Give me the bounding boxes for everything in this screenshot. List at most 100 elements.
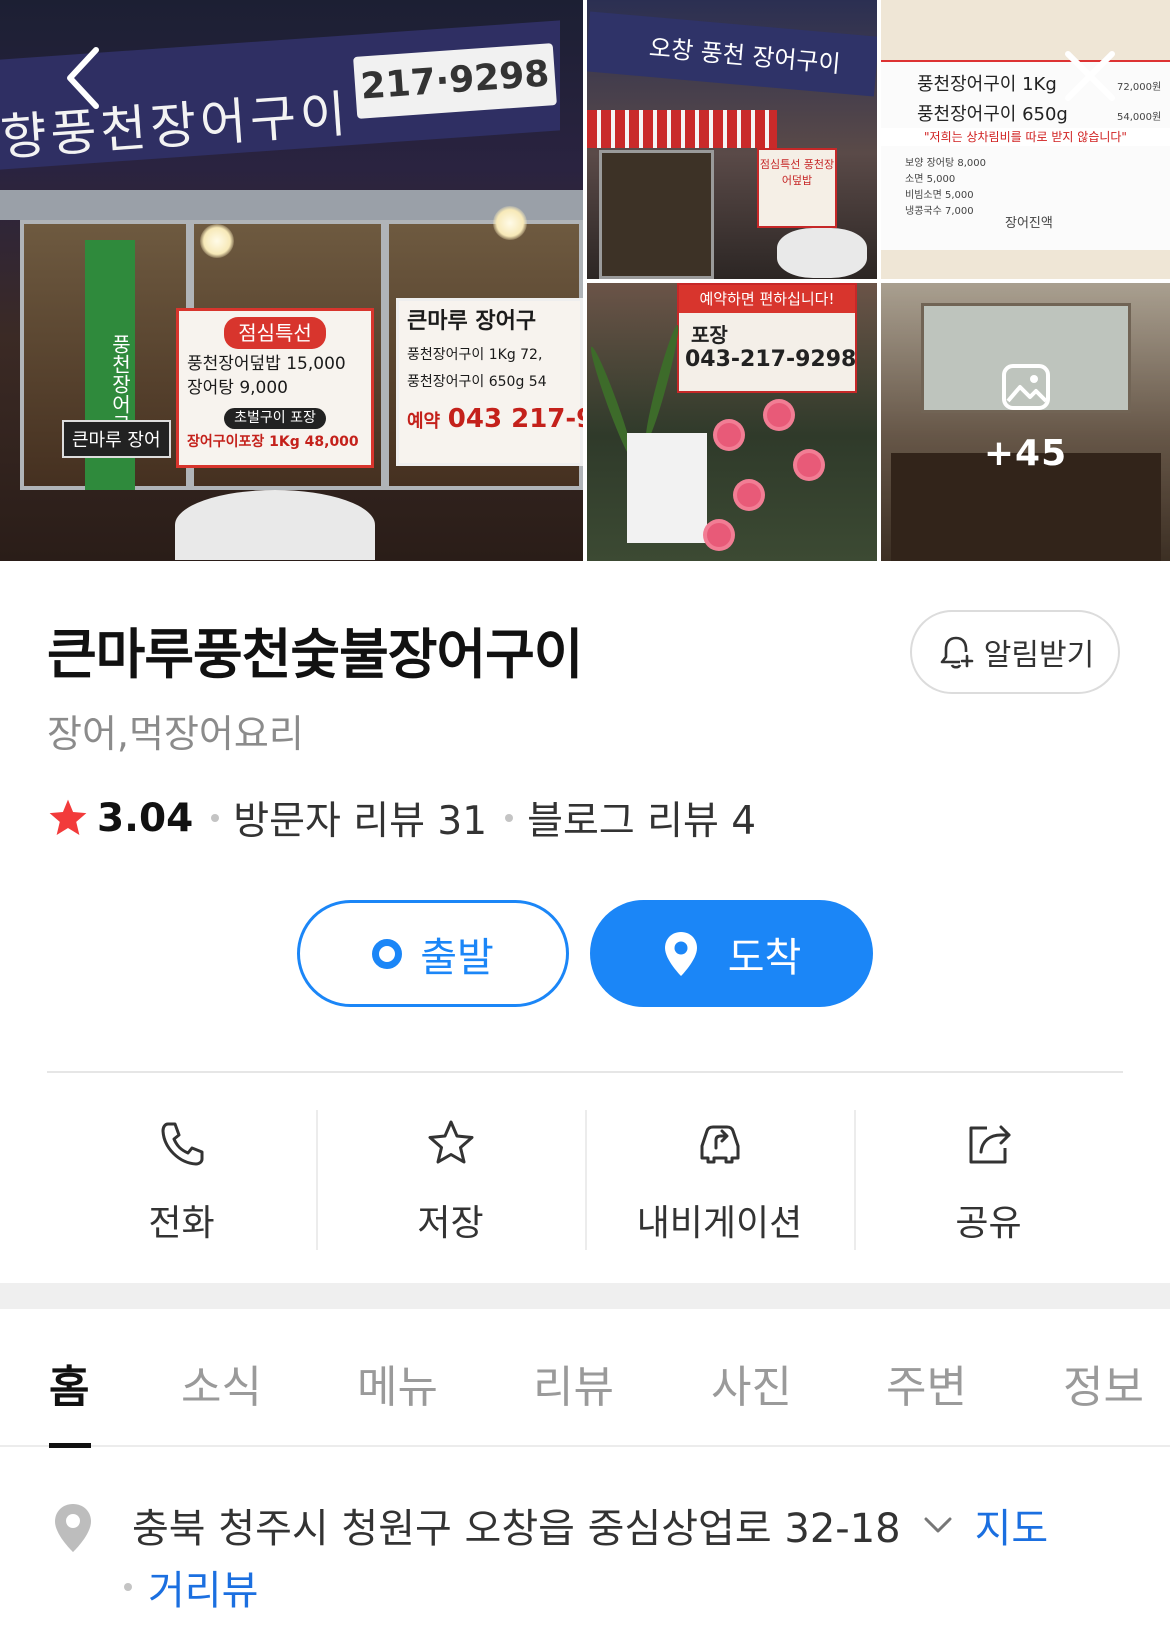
eel-illustration (777, 228, 867, 278)
share-label: 공유 (955, 1203, 1022, 1244)
separator-dot (505, 814, 514, 822)
flower (707, 523, 731, 547)
address-line: 충북 청주시 청원구 오창읍 중심상업로 32-18 지도 (132, 1496, 1048, 1554)
phone-icon (161, 1122, 203, 1166)
active-tab-indicator (49, 1443, 91, 1448)
gallery-photo[interactable]: 예약하면 편하십니다! 포장 043-217-9298 (587, 283, 877, 561)
poster-tag: 초벌구이 포장 (224, 407, 326, 430)
star-outline-icon (428, 1120, 473, 1164)
menu-board: 풍천장어구이 1Kg 72,000원 풍천장어구이 650g 54,000원 "… (881, 60, 1170, 250)
navigation-button[interactable]: 내비게이션 (585, 1110, 854, 1250)
menu-item: 소면 5,000 (905, 174, 956, 185)
place-tabs: 홈 소식 메뉴 리뷰 사진 주변 정보 (0, 1309, 1170, 1448)
tab-menu[interactable]: 메뉴 (357, 1351, 438, 1415)
menu-item: 장어진액 (1005, 216, 1053, 231)
route-arrive-label: 도착 (727, 934, 802, 981)
visitor-review-link[interactable]: 방문자 리뷰 31 (233, 790, 487, 846)
map-link[interactable]: 지도 (975, 1496, 1049, 1554)
tab-news[interactable]: 소식 (181, 1351, 262, 1415)
separator-dot (124, 1583, 132, 1591)
car-navigation-icon (700, 1125, 739, 1164)
quick-actions: 전화 저장 내비게이션 공유 (47, 1110, 1123, 1250)
route-start-label: 출발 (420, 934, 494, 981)
chevron-down-icon[interactable] (921, 1508, 955, 1542)
back-button[interactable] (52, 38, 112, 118)
close-icon (1065, 51, 1115, 101)
poster-phone: 043 217-92 (447, 403, 583, 434)
poster-heading: 점심특선 (224, 317, 326, 349)
eel-illustration (175, 490, 375, 560)
poster-line: 장어구이포장 1Kg 48,000 (187, 434, 359, 451)
menu-price-poster: 큰마루 장어구 풍천장어구이 1Kg 72, 풍천장어구이 650g 54 예약… (396, 298, 583, 466)
menu-item: 냉콩국수 7,000 (905, 206, 974, 217)
decorative-pattern (587, 110, 777, 148)
more-photos-count: +45 (983, 433, 1068, 474)
chevron-left-icon (67, 47, 99, 109)
address-text[interactable]: 충북 청주시 청원구 오창읍 중심상업로 32-18 (132, 1496, 901, 1554)
call-button[interactable]: 전화 (47, 1110, 316, 1250)
entrance-door (599, 150, 714, 279)
ceiling-lamp (200, 224, 234, 258)
menu-item: 비빔소면 5,000 (905, 190, 974, 201)
reservation-sign-phone: 043-217-9298 (685, 347, 857, 372)
flower-pot (627, 433, 707, 543)
menu-notice: "저희는 상차림비를 따로 받지 않습니다" (881, 128, 1170, 146)
share-button[interactable]: 공유 (854, 1110, 1123, 1250)
save-label: 저장 (417, 1203, 484, 1244)
location-pin-icon (664, 931, 697, 976)
navigation-label: 내비게이션 (636, 1203, 803, 1244)
flower (737, 483, 761, 507)
tab-home[interactable]: 홈 (49, 1351, 89, 1415)
poster-heading: 큰마루 장어구 (407, 309, 537, 334)
rating-review-row: 3.04 방문자 리뷰 31 블로그 리뷰 4 (47, 792, 772, 844)
poster-line: 풍천장어구이 650g 54 (407, 374, 547, 391)
poster-reserve-label: 예약 (407, 410, 441, 432)
lunch-special-poster: 점심특선 풍천장어덮밥 15,000 장어탕 9,000 초벌구이 포장 장어구… (176, 308, 374, 468)
separator-dot (211, 814, 220, 822)
flower (797, 453, 821, 477)
poster-line: 풍천장어덮밥 15,000 (187, 354, 346, 374)
tab-nearby[interactable]: 주변 (886, 1351, 967, 1415)
route-arrive-button[interactable]: 도착 (590, 900, 873, 1007)
poster-line: 장어탕 9,000 (187, 377, 288, 398)
menu-line: 풍천장어구이 1Kg (917, 74, 1057, 95)
flower (767, 403, 791, 427)
place-category: 장어,먹장어요리 (47, 712, 304, 756)
reservation-sign-heading: 예약하면 편하십니다! (679, 285, 855, 313)
gallery-more-photos[interactable]: +45 (881, 283, 1170, 561)
photo-gallery: 향풍천장어구이 217·9298 풍천장어구이 점심특선 풍천장어덮밥 15,0… (0, 0, 1170, 561)
reservation-sign: 예약하면 편하십니다! 포장 043-217-9298 (677, 283, 857, 393)
more-photos-overlay (881, 283, 1170, 561)
share-icon (969, 1125, 1010, 1164)
menu-line: 풍천장어구이 650g (917, 104, 1068, 125)
flower (717, 423, 741, 447)
bell-plus-icon (940, 636, 974, 669)
blog-review-link[interactable]: 블로그 리뷰 4 (527, 790, 756, 846)
menu-item: 보양 장어탕 8,000 (905, 158, 986, 169)
section-separator (0, 1283, 1170, 1309)
tab-photos[interactable]: 사진 (711, 1351, 792, 1415)
poster-line: 풍천장어구이 1Kg 72, (407, 346, 543, 363)
store-name-plate: 큰마루 장어 (62, 420, 171, 458)
ceiling-lamp (493, 206, 527, 240)
place-title: 큰마루풍천숯불장어구이 (47, 623, 583, 686)
route-start-button[interactable]: 출발 (297, 900, 569, 1007)
address-line-2: 거리뷰 (124, 1558, 258, 1616)
section-divider (47, 1071, 1123, 1073)
notify-button[interactable]: 알림받기 (910, 610, 1120, 694)
close-button[interactable] (1054, 40, 1126, 112)
street-view-link[interactable]: 거리뷰 (148, 1558, 258, 1616)
origin-dot-icon (372, 938, 403, 969)
reservation-sign-sub: 포장 (691, 323, 728, 347)
tab-info[interactable]: 정보 (1063, 1351, 1144, 1415)
gallery-photo[interactable]: 풍천장어구이 1Kg 72,000원 풍천장어구이 650g 54,000원 "… (881, 0, 1170, 279)
rating-value: 3.04 (97, 795, 194, 841)
gallery-photo[interactable]: 오창 풍천 장어구이 점심특선 풍천장어덮밥 (587, 0, 877, 279)
tab-reviews[interactable]: 리뷰 (533, 1351, 614, 1415)
lunch-special-poster: 점심특선 풍천장어덮밥 (757, 148, 837, 228)
star-icon (49, 799, 87, 835)
location-pin-icon (55, 1504, 91, 1552)
notify-label: 알림받기 (983, 638, 1095, 673)
save-button[interactable]: 저장 (316, 1110, 585, 1250)
call-label: 전화 (148, 1203, 215, 1244)
